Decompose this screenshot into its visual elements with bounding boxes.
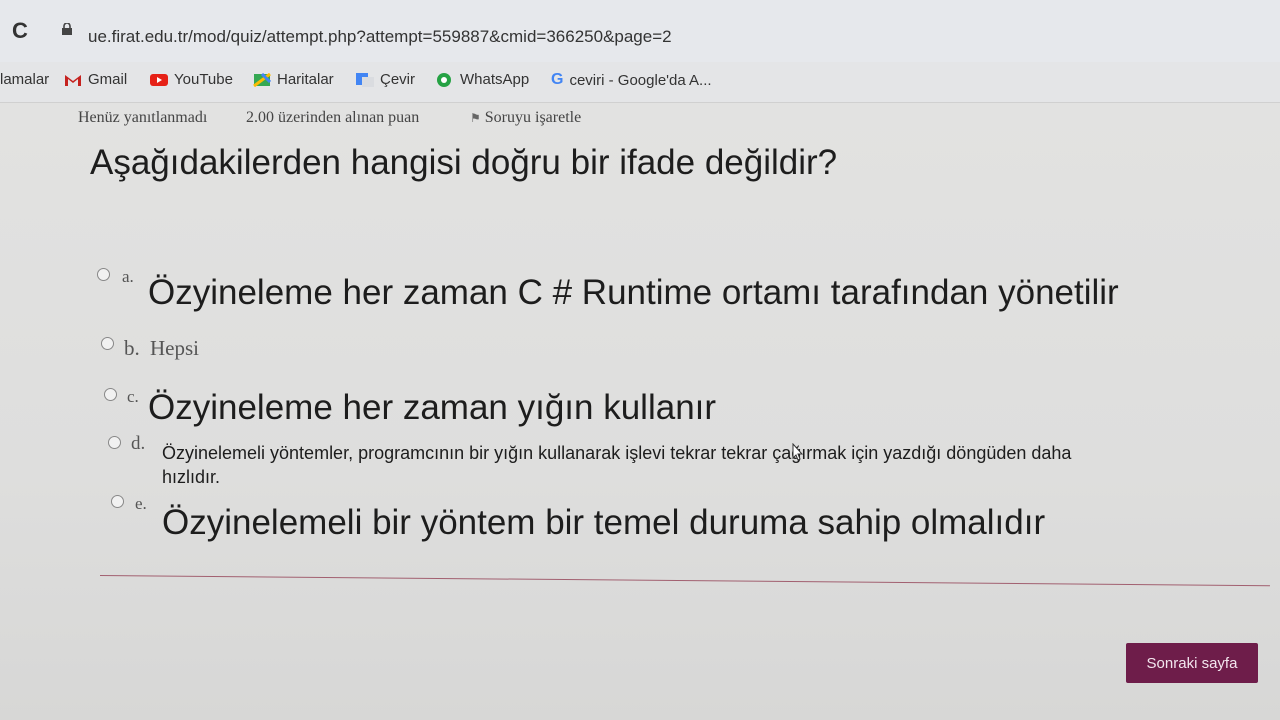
bookmark-label: WhatsApp (460, 71, 530, 88)
bookmark-cevir[interactable]: Çevir (356, 71, 415, 88)
bookmark-google-search[interactable]: G ceviri - Google'da A... (551, 71, 712, 89)
maps-icon (253, 72, 271, 87)
flag-question-link[interactable]: ⚑ Soruyu işaretle (470, 109, 581, 127)
mouse-cursor-icon (792, 443, 804, 461)
radio-button[interactable] (108, 436, 121, 449)
whatsapp-icon (437, 72, 451, 87)
option-text-continued: hızlıdır. (162, 467, 221, 487)
bookmark-label: Haritalar (277, 71, 334, 88)
bookmark-label: Çevir (380, 71, 416, 88)
quiz-page: Henüz yanıtlanmadı 2.00 üzerinden alınan… (0, 103, 1280, 720)
translate-icon (356, 72, 374, 87)
bookmark-gmail[interactable]: Gmail (64, 71, 127, 88)
option-letter: e. (135, 494, 147, 513)
radio-button[interactable] (111, 495, 124, 508)
lock-icon (62, 23, 72, 35)
reload-icon[interactable]: C (12, 18, 28, 44)
option-letter: c. (127, 387, 139, 406)
radio-button[interactable] (97, 268, 110, 281)
bookmarks-bar: lamalar Gmail YouTube Haritalar Çevir Wh… (0, 62, 1280, 103)
option-text: Özyinelemeli yöntemler, programcının bir… (162, 443, 1072, 463)
bookmark-whatsapp[interactable]: WhatsApp (436, 71, 529, 88)
radio-button[interactable] (104, 388, 117, 401)
url-field[interactable]: ue.firat.edu.tr/mod/quiz/attempt.php?att… (88, 27, 672, 47)
bookmark-youtube[interactable]: YouTube (150, 71, 233, 88)
flag-icon: ⚑ (470, 111, 481, 125)
browser-address-bar: C ue.firat.edu.tr/mod/quiz/attempt.php?a… (0, 0, 1280, 62)
option-text: Özyineleme her zaman yığın kullanır (148, 388, 717, 427)
option-letter: d. (131, 433, 146, 454)
section-divider (99, 575, 1270, 587)
radio-button[interactable] (101, 337, 114, 350)
question-status: Henüz yanıtlanmadı (78, 109, 208, 126)
option-text: Hepsi (150, 336, 199, 360)
question-text: Aşağıdakilerden hangisi doğru bir ifade … (90, 143, 838, 182)
gmail-icon (65, 74, 81, 86)
option-letter: b. (124, 336, 140, 360)
bookmark-label: Gmail (88, 71, 128, 88)
option-text: Özyineleme her zaman C # Runtime ortamı … (148, 273, 1119, 312)
bookmark-haritalar[interactable]: Haritalar (253, 71, 334, 88)
flag-label: Soruyu işaretle (484, 109, 582, 126)
option-text: Özyinelemeli bir yöntem bir temel duruma… (162, 503, 1046, 542)
question-points: 2.00 üzerinden alınan puan (246, 109, 420, 126)
youtube-icon (150, 73, 168, 86)
bookmark-uygulamalar[interactable]: lamalar (0, 71, 49, 88)
next-page-button[interactable]: Sonraki sayfa (1126, 643, 1258, 683)
bookmark-label: ceviri - Google'da A... (569, 71, 712, 89)
bookmark-label: YouTube (174, 71, 233, 88)
google-icon: G (551, 71, 564, 88)
bookmark-label: lamalar (0, 71, 50, 88)
option-letter: a. (122, 267, 134, 286)
